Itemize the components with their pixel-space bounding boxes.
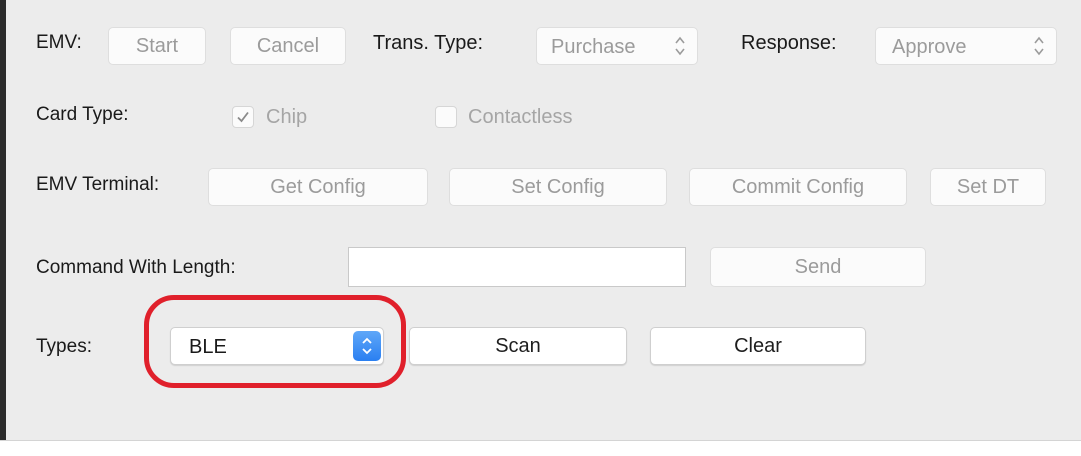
send-button[interactable]: Send <box>710 247 926 287</box>
highlight-annotation <box>144 295 406 388</box>
response-select[interactable]: Approve <box>875 27 1057 65</box>
response-label: Response: <box>741 32 837 54</box>
set-config-label: Set Config <box>511 175 605 198</box>
contactless-label: Contactless <box>468 106 573 128</box>
set-dt-button[interactable]: Set DT <box>930 168 1046 206</box>
response-value: Approve <box>892 36 967 58</box>
cancel-button-label: Cancel <box>256 34 320 57</box>
card-type-label: Card Type: <box>36 104 129 125</box>
trans-type-label: Trans. Type: <box>373 32 484 54</box>
up-down-chevron-icon <box>673 34 687 58</box>
commit-config-button[interactable]: Commit Config <box>689 168 907 206</box>
get-config-label: Get Config <box>270 175 366 198</box>
commit-config-label: Commit Config <box>731 175 865 198</box>
send-button-label: Send <box>794 255 842 278</box>
panel-bottom-edge <box>0 440 1081 456</box>
start-button[interactable]: Start <box>108 27 206 65</box>
start-button-label: Start <box>135 34 179 57</box>
clear-button[interactable]: Clear <box>650 327 866 365</box>
window-left-edge <box>0 0 6 455</box>
checkmark-icon <box>237 111 249 123</box>
command-label: Command With Length: <box>36 257 236 278</box>
contactless-checkbox[interactable] <box>435 106 457 128</box>
trans-type-value: Purchase <box>551 36 636 58</box>
chip-checkbox[interactable] <box>232 106 254 128</box>
scan-button-label: Scan <box>495 334 541 357</box>
set-config-button[interactable]: Set Config <box>449 168 667 206</box>
cancel-button[interactable]: Cancel <box>230 27 346 65</box>
up-down-chevron-icon <box>1032 34 1046 58</box>
emv-terminal-label: EMV Terminal: <box>36 174 160 195</box>
types-label: Types: <box>36 336 92 357</box>
trans-type-select[interactable]: Purchase <box>536 27 698 65</box>
chip-label: Chip <box>266 106 308 128</box>
get-config-button[interactable]: Get Config <box>208 168 428 206</box>
emv-panel: EMV: Start Cancel Trans. Type: Purchase … <box>0 0 1081 456</box>
command-input[interactable] <box>348 247 686 287</box>
set-dt-label: Set DT <box>956 175 1020 198</box>
clear-button-label: Clear <box>734 334 782 357</box>
scan-button[interactable]: Scan <box>409 327 627 365</box>
emv-label: EMV: <box>36 32 82 53</box>
